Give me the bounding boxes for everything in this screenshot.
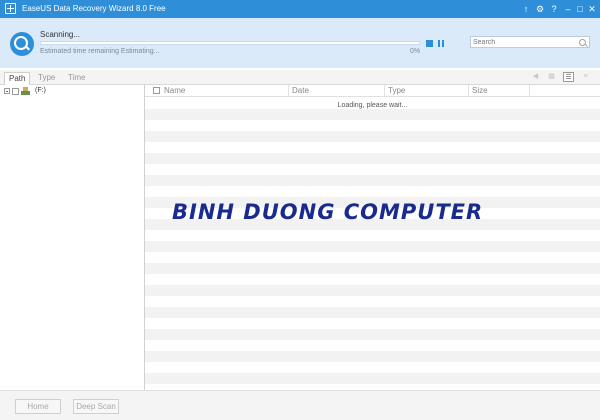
column-type[interactable]: Type: [388, 86, 405, 95]
scan-header: Scanning... Estimated time remaining Est…: [0, 18, 600, 68]
home-button[interactable]: Home: [15, 399, 61, 414]
deep-scan-button[interactable]: Deep Scan: [73, 399, 119, 414]
tab-time[interactable]: Time: [64, 72, 89, 85]
bottom-action-bar: Home Deep Scan: [0, 390, 600, 420]
tab-path[interactable]: Path: [4, 72, 31, 85]
scan-progress-bar: [40, 41, 420, 45]
collapse-toggle-icon[interactable]: [4, 88, 10, 94]
list-view-icon[interactable]: ☰: [563, 72, 574, 82]
search-box[interactable]: [470, 36, 590, 48]
drive-label[interactable]: (F:): [35, 87, 46, 94]
search-input[interactable]: [473, 37, 573, 47]
loading-status: Loading, please wait...: [337, 102, 408, 109]
scan-percent: 0%: [410, 48, 421, 55]
pause-scan-button[interactable]: [438, 40, 445, 47]
file-list: Name Date Type Size Loading, please wait…: [145, 85, 600, 390]
file-list-header: Name Date Type Size: [145, 85, 600, 97]
tab-type[interactable]: Type: [34, 72, 59, 85]
app-logo-icon: [5, 3, 16, 14]
column-date[interactable]: Date: [292, 86, 309, 95]
search-icon[interactable]: [579, 39, 586, 46]
scan-eta-text: Estimated time remaining Estimating...: [40, 48, 160, 55]
folder-tree-pane: (F:): [0, 85, 145, 390]
column-size[interactable]: Size: [472, 86, 488, 95]
watermark-text: BINH DUONG COMPUTER: [172, 200, 484, 224]
window-title: EaseUS Data Recovery Wizard 8.0 Free: [22, 4, 166, 13]
column-name[interactable]: Name: [164, 86, 185, 95]
title-bar: EaseUS Data Recovery Wizard 8.0 Free ↑ ⚙…: [0, 0, 600, 18]
close-icon[interactable]: ✕: [585, 2, 599, 16]
select-all-checkbox[interactable]: [153, 87, 160, 94]
settings-icon[interactable]: ⚙: [533, 2, 547, 16]
grid-view-icon[interactable]: ▦: [546, 72, 557, 82]
stop-scan-button[interactable]: [426, 40, 433, 47]
drive-checkbox[interactable]: [12, 88, 19, 95]
view-tab-row: Path Type Time ◀ ▦ ☰ ≡: [0, 70, 600, 85]
scan-status-title: Scanning...: [40, 30, 81, 39]
back-icon[interactable]: ◀: [530, 72, 541, 82]
drive-icon: [21, 87, 30, 95]
scan-magnifier-icon: [10, 32, 34, 56]
detail-view-icon[interactable]: ≡: [580, 72, 591, 82]
help-icon[interactable]: ?: [547, 2, 561, 16]
update-icon[interactable]: ↑: [519, 2, 533, 16]
